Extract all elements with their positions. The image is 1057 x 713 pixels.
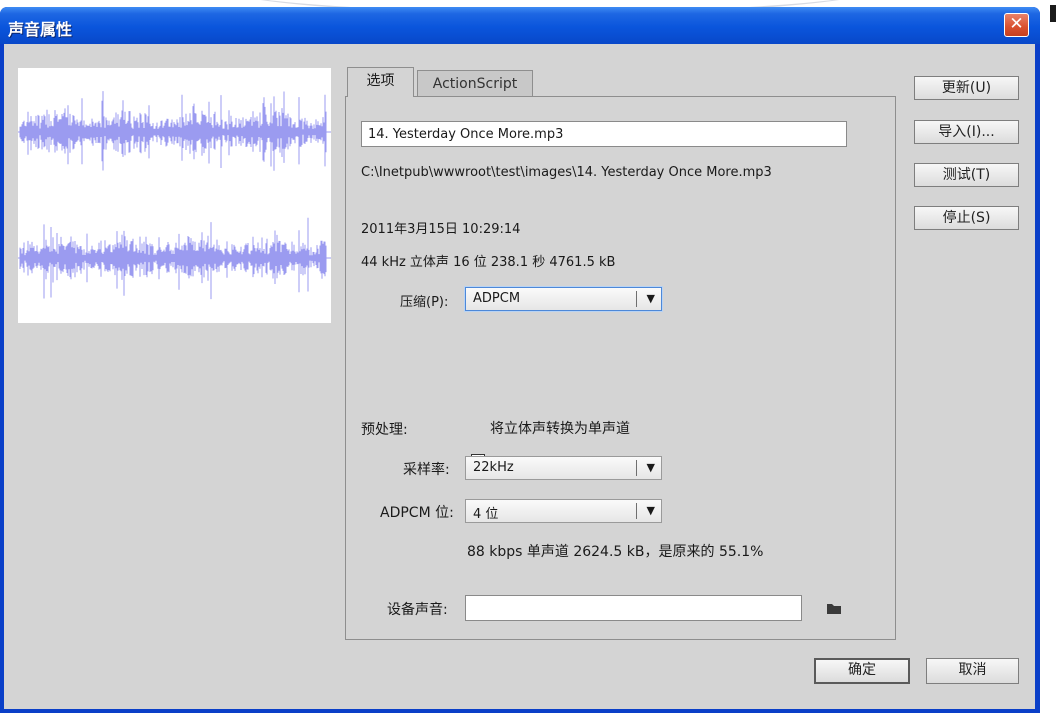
- test-button[interactable]: 测试(T): [914, 163, 1019, 187]
- sample-rate-select[interactable]: 22kHz ▼: [465, 456, 662, 480]
- waveform-channel-right: [19, 217, 327, 300]
- device-sound-input[interactable]: [465, 595, 802, 621]
- waveform-channel-left: [19, 91, 327, 171]
- adpcm-bits-value: 4 位: [473, 507, 499, 522]
- sample-rate-value: 22kHz: [473, 460, 514, 475]
- compression-label: 压缩(P):: [400, 295, 449, 310]
- compression-result: 88 kbps 单声道 2624.5 kB，是原来的 55.1%: [467, 544, 764, 560]
- dialog-client-area: 选项 ActionScript C:\Inetpub\wwwroot\test\…: [4, 44, 1035, 709]
- ok-button[interactable]: 确定: [814, 658, 910, 684]
- folder-icon[interactable]: [826, 601, 842, 615]
- sample-rate-label: 采样率:: [403, 462, 450, 478]
- cancel-button[interactable]: 取消: [926, 658, 1019, 684]
- close-button[interactable]: ✕: [1004, 13, 1029, 37]
- preprocess-label: 预处理:: [361, 422, 408, 438]
- close-icon: ✕: [1009, 14, 1024, 34]
- sound-path: C:\Inetpub\wwwroot\test\images\14. Yeste…: [361, 165, 772, 180]
- title-bar[interactable]: 声音属性 ✕: [0, 7, 1040, 44]
- adpcm-bits-select[interactable]: 4 位 ▼: [465, 499, 662, 523]
- compression-select[interactable]: ADPCM ▼: [465, 287, 662, 311]
- convert-mono-label[interactable]: 将立体声转换为单声道: [490, 418, 630, 438]
- waveform-svg: [18, 91, 331, 300]
- sound-name-input[interactable]: [361, 121, 847, 147]
- adpcm-bits-separator: [636, 503, 637, 519]
- device-sound-label: 设备声音:: [387, 602, 448, 618]
- chevron-down-icon: ▼: [646, 292, 655, 305]
- sound-properties-dialog: 声音属性 ✕ 选项 ActionScript C:\Inetpub\wwwroo…: [0, 7, 1040, 713]
- sound-date: 2011年3月15日 10:29:14: [361, 222, 521, 237]
- chevron-down-icon: ▼: [646, 461, 655, 474]
- desktop-edge: [1049, 0, 1057, 24]
- sound-info: 44 kHz 立体声 16 位 238.1 秒 4761.5 kB: [361, 255, 616, 270]
- sample-rate-separator: [636, 460, 637, 476]
- stop-button[interactable]: 停止(S): [914, 206, 1019, 230]
- chevron-down-icon: ▼: [646, 504, 655, 517]
- adpcm-bits-label: ADPCM 位:: [380, 505, 454, 521]
- tab-options[interactable]: 选项: [347, 67, 414, 97]
- import-button[interactable]: 导入(I)...: [914, 120, 1019, 144]
- window-title: 声音属性: [8, 20, 73, 39]
- update-button[interactable]: 更新(U): [914, 76, 1019, 100]
- compression-separator: [636, 291, 637, 307]
- folder-icon-shape: [827, 604, 841, 614]
- waveform-preview: [18, 68, 331, 323]
- tab-actionscript[interactable]: ActionScript: [417, 70, 533, 98]
- compression-value: ADPCM: [473, 291, 521, 306]
